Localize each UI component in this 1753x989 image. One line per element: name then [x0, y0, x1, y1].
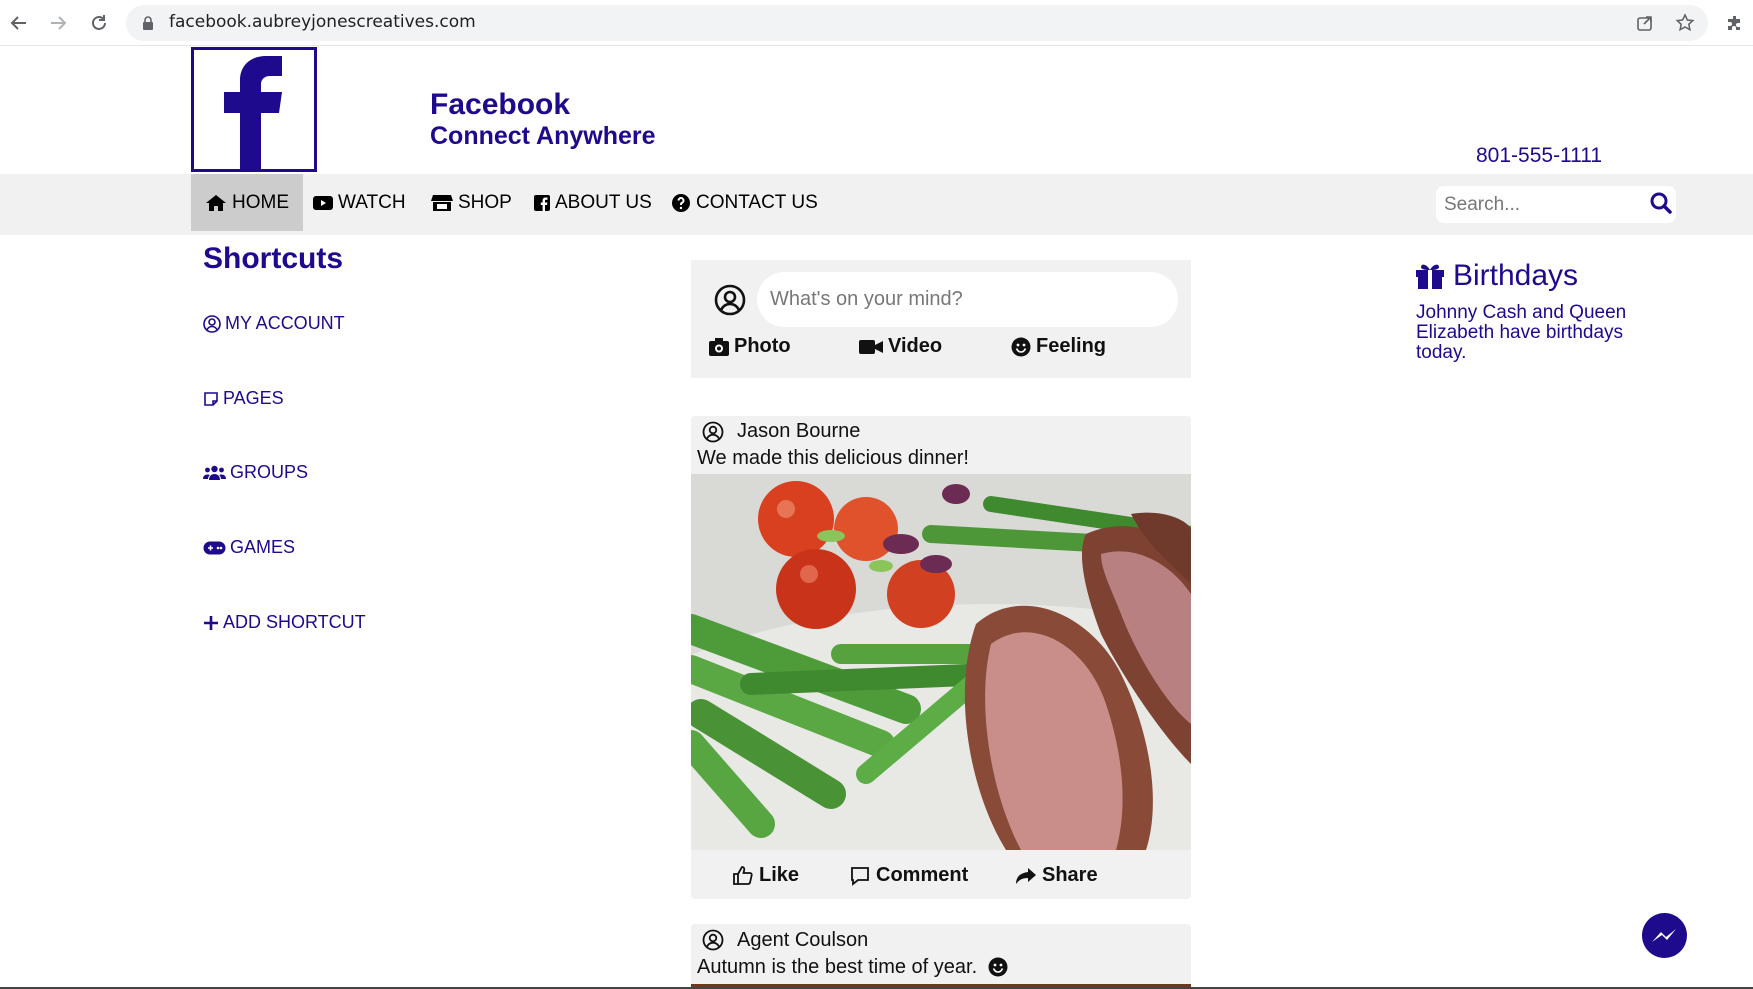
- nav-watch-label: WATCH: [338, 191, 406, 213]
- nav-watch[interactable]: WATCH: [299, 174, 420, 231]
- comment-icon: [851, 866, 869, 886]
- birthdays-text: Johnny Cash and Queen Elizabeth have bir…: [1416, 302, 1627, 363]
- site-subtitle: Connect Anywhere: [430, 122, 656, 150]
- birthdays-title: Birthdays: [1415, 259, 1578, 293]
- user-circle-icon: [203, 314, 221, 333]
- messenger-chat-button[interactable]: [1642, 913, 1687, 958]
- shortcut-groups-label: GROUPS: [230, 462, 309, 482]
- question-circle-icon: [672, 193, 690, 212]
- camera-icon: [709, 337, 729, 356]
- post-photo[interactable]: [691, 474, 1191, 850]
- messenger-icon: [1652, 929, 1676, 942]
- shortcut-pages-label: PAGES: [223, 388, 284, 408]
- shortcuts-title: Shortcuts: [203, 242, 344, 275]
- extensions-icon[interactable]: [1723, 11, 1747, 35]
- url-text[interactable]: facebook.aubreyjonescreatives.com: [169, 12, 476, 32]
- birthdays-title-label: Birthdays: [1453, 259, 1579, 292]
- comment-button-label: Comment: [876, 864, 969, 886]
- video-button-label: Video: [888, 335, 943, 357]
- shortcut-my-account[interactable]: MY ACCOUNT: [203, 313, 345, 334]
- nav-shop-label: SHOP: [458, 191, 512, 213]
- share-page-icon[interactable]: [1633, 11, 1657, 35]
- thumbs-up-icon: [733, 866, 753, 885]
- note-icon: [204, 391, 218, 406]
- status-input[interactable]: [757, 272, 1178, 327]
- user-circle-icon: [702, 421, 724, 443]
- video-icon: [313, 195, 333, 210]
- site-title: Facebook: [430, 88, 571, 121]
- post-text: We made this delicious dinner!: [697, 447, 969, 469]
- shortcut-my-account-label: MY ACCOUNT: [225, 313, 345, 333]
- post-author[interactable]: Jason Bourne: [737, 420, 860, 443]
- share-icon: [1016, 867, 1036, 884]
- bookmark-star-icon[interactable]: [1673, 11, 1697, 35]
- feeling-button[interactable]: Feeling: [1011, 335, 1106, 358]
- nav-home[interactable]: HOME: [191, 174, 303, 231]
- reload-icon[interactable]: [86, 10, 112, 36]
- nav-contact-us[interactable]: CONTACT US: [657, 174, 832, 231]
- shortcut-games[interactable]: GAMES: [203, 537, 295, 558]
- nav-about-us-label: ABOUT US: [555, 191, 652, 213]
- post-author[interactable]: Agent Coulson: [737, 929, 868, 952]
- photo-button[interactable]: Photo: [709, 335, 791, 358]
- photo-button-label: Photo: [734, 335, 791, 357]
- post-text: Autumn is the best time of year.: [697, 956, 978, 978]
- user-circle-icon: [702, 929, 724, 951]
- nav-contact-us-label: CONTACT US: [696, 191, 818, 213]
- search-input[interactable]: [1436, 186, 1636, 223]
- back-icon[interactable]: [6, 10, 32, 36]
- smile-icon: [1011, 337, 1031, 356]
- search-icon[interactable]: [1650, 192, 1672, 214]
- feeling-button-label: Feeling: [1036, 335, 1107, 357]
- nav-about-us[interactable]: ABOUT US: [520, 174, 666, 231]
- facebook-logo[interactable]: [191, 47, 317, 172]
- share-button[interactable]: Share: [1016, 864, 1098, 887]
- phone-number[interactable]: 801-555-1111: [1476, 144, 1602, 168]
- gamepad-icon: [203, 541, 226, 554]
- nav-shop[interactable]: SHOP: [417, 174, 526, 231]
- plus-icon: [204, 615, 218, 630]
- shortcut-add[interactable]: ADD SHORTCUT: [203, 612, 366, 633]
- home-icon: [206, 194, 226, 211]
- share-button-label: Share: [1042, 864, 1098, 886]
- users-icon: [203, 465, 226, 480]
- video-button[interactable]: Video: [859, 335, 942, 358]
- smile-icon: [988, 957, 1008, 977]
- nav-home-label: HOME: [232, 191, 289, 213]
- user-circle-icon: [714, 284, 746, 316]
- facebook-square-icon: [534, 194, 550, 211]
- like-button[interactable]: Like: [732, 864, 799, 887]
- like-button-label: Like: [759, 864, 800, 886]
- shortcut-add-label: ADD SHORTCUT: [223, 612, 366, 632]
- store-icon: [431, 194, 453, 211]
- video-camera-icon: [859, 339, 883, 354]
- shortcut-games-label: GAMES: [230, 537, 296, 557]
- lock-icon: [143, 16, 153, 30]
- comment-button[interactable]: Comment: [850, 864, 968, 887]
- shortcut-groups[interactable]: GROUPS: [203, 462, 308, 483]
- shortcut-pages[interactable]: PAGES: [203, 388, 284, 409]
- forward-icon[interactable]: [45, 10, 71, 36]
- gift-icon: [1416, 264, 1444, 289]
